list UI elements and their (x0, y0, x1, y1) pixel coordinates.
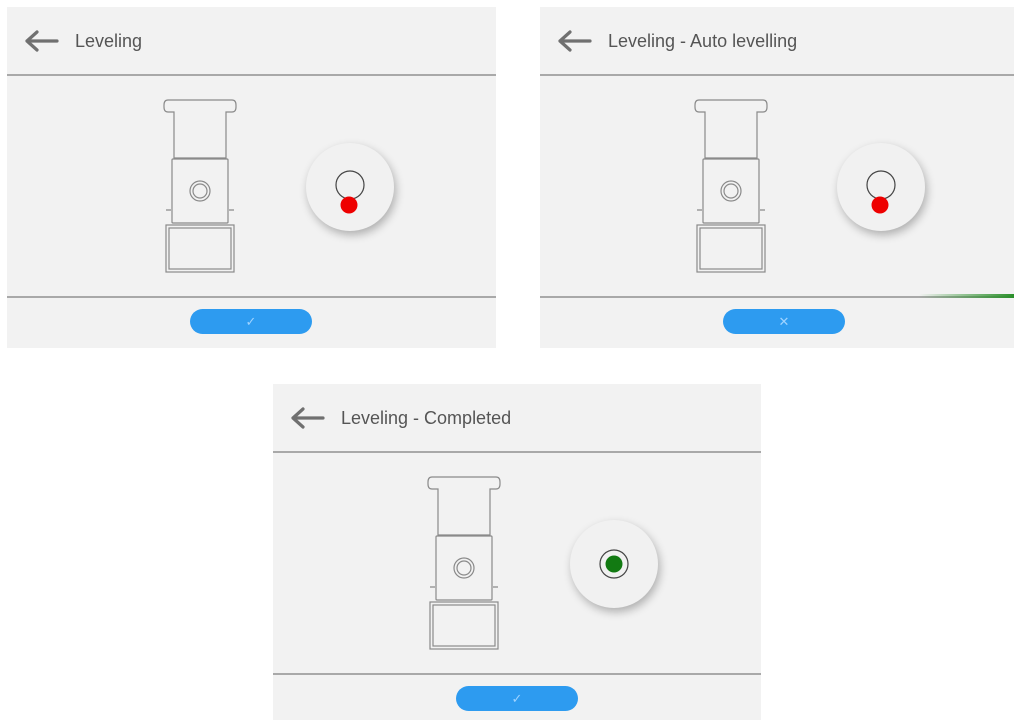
checkmark-icon: ✓ (245, 313, 257, 329)
header: Leveling (7, 7, 496, 75)
header: Leveling - Auto levelling (540, 7, 1014, 75)
balance-scale-icon (427, 476, 501, 650)
level-indicator (837, 143, 925, 231)
balance-scale-icon (694, 99, 768, 273)
checkmark-icon: ✓ (511, 690, 523, 706)
arrow-left-icon[interactable] (555, 29, 593, 53)
cancel-button[interactable]: ✕ (723, 309, 845, 334)
level-bubble (871, 196, 889, 214)
page-title: Leveling (75, 31, 143, 51)
confirm-button[interactable]: ✓ (190, 309, 312, 334)
level-bubble (340, 196, 358, 214)
balance-scale-icon (163, 99, 237, 273)
level-indicator (570, 520, 658, 608)
confirm-button[interactable]: ✓ (456, 686, 578, 711)
arrow-left-icon[interactable] (288, 406, 326, 430)
footer-divider (273, 673, 761, 675)
auto-levelling-screen: Leveling - Auto levelling ✕ (540, 7, 1014, 348)
page-title: Leveling - Auto levelling (608, 31, 798, 51)
page-title: Leveling - Completed (341, 408, 512, 428)
header-divider (273, 451, 761, 453)
header-divider (7, 74, 496, 76)
close-icon: ✕ (778, 313, 790, 329)
header: Leveling - Completed (273, 384, 761, 452)
arrow-left-icon[interactable] (22, 29, 60, 53)
level-bubble (605, 555, 623, 573)
levelling-progress-indicator (919, 294, 1014, 298)
footer-divider (7, 296, 496, 298)
header-divider (540, 74, 1014, 76)
leveling-completed-screen: Leveling - Completed ✓ (273, 384, 761, 720)
level-indicator (306, 143, 394, 231)
leveling-screen: Leveling ✓ (7, 7, 496, 348)
